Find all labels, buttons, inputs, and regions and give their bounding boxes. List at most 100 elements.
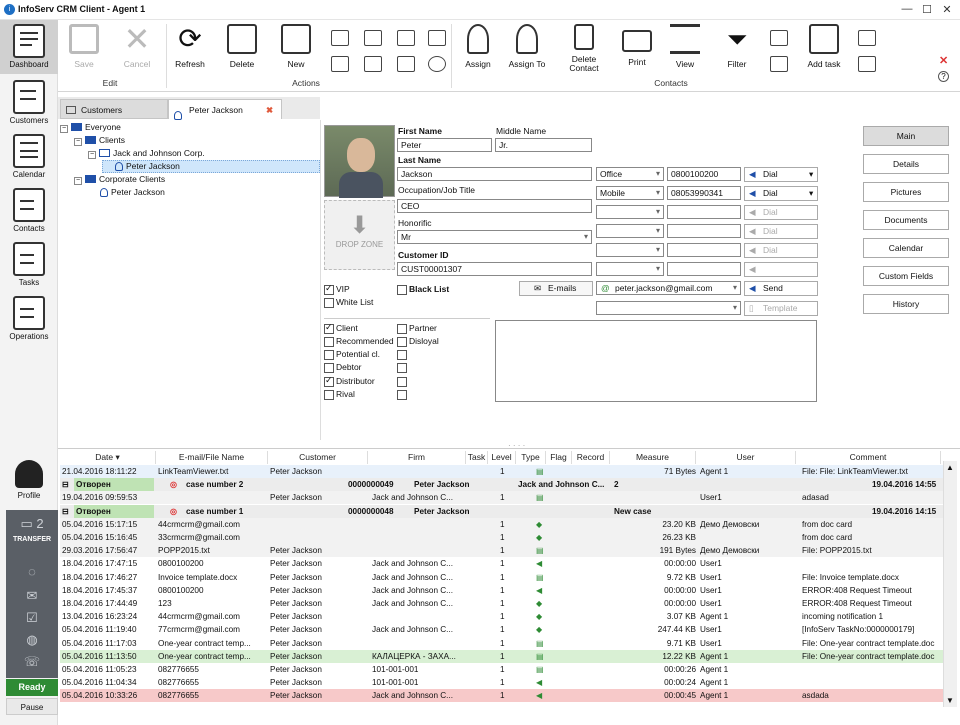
table-row[interactable]: 18.04.2016 17:44:49 123 Peter Jackson Jack … [60, 597, 943, 610]
table-row[interactable]: 18.04.2016 17:47:15 0800100200 Peter Jacks… [60, 557, 943, 571]
pictures-section-button[interactable]: Pictures [863, 182, 949, 202]
table-row[interactable]: 21.04.2016 18:11:22 LinkTeamViewer.txt Pet… [60, 465, 943, 478]
column-header-measure[interactable]: Measure [610, 451, 696, 464]
email-select[interactable]: @ peter.jackson@gmail.com [596, 281, 741, 295]
tree-node-peter-jackson-selected[interactable]: Peter Jackson [102, 160, 320, 173]
close-tab-icon[interactable]: ✖ [266, 100, 273, 120]
export-icon[interactable] [770, 30, 788, 46]
table-row[interactable]: 29.03.2016 17:56:47 POPP2015.txt Peter Jac… [60, 544, 943, 558]
phone-type-select[interactable]: Mobile [596, 186, 664, 200]
phone-number-input[interactable] [667, 205, 741, 219]
phone-type-select[interactable] [596, 205, 664, 219]
remove-user-icon[interactable] [428, 30, 446, 46]
vip-checkbox[interactable]: VIP [324, 283, 350, 295]
document-icon[interactable] [770, 56, 788, 72]
tree-node-firm[interactable]: − Jack and Johnson Corp. [88, 148, 205, 159]
debtor-checkbox[interactable]: Debtor [324, 362, 362, 373]
column-settings-icon[interactable] [858, 30, 876, 46]
white-list-checkbox[interactable]: White List [324, 297, 373, 308]
hierarchy-icon[interactable] [364, 56, 382, 72]
assign-to-button[interactable]: Assign To [506, 24, 548, 69]
dial-button[interactable]: ◀ Dial ▾ [744, 186, 818, 201]
add-task-button[interactable]: Add task [802, 24, 846, 69]
grid-scrollbar[interactable]: ▲ ▼ [943, 461, 957, 707]
template-button[interactable]: ▯ Template [744, 301, 818, 316]
minimize-button[interactable]: — [897, 3, 917, 15]
collapse-icon[interactable]: ⊟ [62, 505, 69, 518]
column-header-email[interactable]: E-mail/File Name [156, 451, 268, 464]
collapse-icon[interactable]: − [60, 125, 68, 133]
column-header-user[interactable]: User [696, 451, 796, 464]
mail-icon[interactable]: ✉ [6, 588, 58, 604]
table-row[interactable]: 18.04.2016 17:45:37 0800100200 Peter Jacks… [60, 583, 943, 597]
column-header-type[interactable]: Type [516, 451, 546, 464]
nav-customers[interactable]: Customers [0, 80, 58, 128]
column-header-record[interactable]: Record [572, 451, 610, 464]
potential-checkbox[interactable]: Potential cl. [324, 349, 380, 360]
table-row[interactable]: 05.04.2016 11:04:34 082776655 Peter Jackso… [60, 676, 943, 690]
close-window-button[interactable]: ✕ [937, 3, 957, 16]
group-icon[interactable] [364, 30, 382, 46]
nav-operations[interactable]: Operations [0, 296, 58, 344]
send-button[interactable]: ◀ Send [744, 281, 818, 296]
table-row[interactable]: 19.04.2016 09:59:53 Peter Jackson Jack and… [60, 491, 943, 505]
nav-profile[interactable]: Profile [0, 460, 58, 506]
info-icon[interactable]: ? [938, 71, 949, 82]
collapse-icon[interactable]: − [74, 138, 82, 146]
assign-button[interactable]: Assign [460, 24, 496, 69]
phone-number-input[interactable]: 0800100200 [667, 167, 741, 181]
table-row[interactable]: 05.04.2016 15:17:15 44crmcrm@gmail.com 1 ◆ 2… [60, 517, 943, 531]
chat-icon[interactable]: ▭ 2 [6, 516, 58, 532]
client-checkbox[interactable]: Client [324, 322, 358, 334]
calendar-section-button[interactable]: Calendar [863, 238, 949, 258]
column-header-customer[interactable]: Customer [268, 451, 368, 464]
pause-button[interactable]: Pause [6, 698, 58, 715]
nav-tasks[interactable]: Tasks [0, 242, 58, 290]
save-button[interactable]: Save [64, 24, 104, 69]
phone-number-input[interactable] [667, 224, 741, 238]
collapse-icon[interactable]: ⊟ [62, 478, 69, 491]
contact-photo[interactable] [324, 125, 395, 198]
honorific-select[interactable]: Mr [397, 230, 592, 244]
phone-number-input[interactable] [667, 243, 741, 257]
phone-number-input[interactable]: 08053990341 [667, 186, 741, 200]
column-header-flag[interactable]: Flag [546, 451, 572, 464]
partner-checkbox[interactable]: Partner [397, 323, 437, 334]
message-icon[interactable]: ◍ [6, 632, 58, 648]
settings-icon[interactable] [331, 56, 349, 72]
search-user-icon[interactable] [397, 56, 415, 72]
distributor-checkbox[interactable]: Distributor [324, 375, 375, 387]
emails-button[interactable]: ✉ E-mails [519, 281, 593, 296]
tab-customers[interactable]: Customers [60, 99, 168, 119]
table-row[interactable]: 18.04.2016 17:46:27 Invoice template.docx… [60, 570, 943, 584]
delete-button[interactable]: Delete [224, 24, 260, 69]
custom-fields-section-button[interactable]: Custom Fields [863, 266, 949, 286]
tree-node-peter-jackson[interactable]: Peter Jackson [100, 187, 165, 197]
refresh-button[interactable]: ⟳ Refresh [172, 24, 208, 70]
location-icon[interactable]: ◌ [6, 564, 58, 579]
cancel-button[interactable]: ✕ Cancel [116, 23, 158, 69]
main-section-button[interactable]: Main [863, 126, 949, 146]
dial-button[interactable]: ◀ Dial [744, 205, 818, 220]
phone-icon[interactable]: ☏ [6, 654, 58, 670]
favorites-icon[interactable] [331, 30, 349, 46]
chevron-down-icon[interactable]: ▾ [809, 168, 813, 181]
table-row[interactable]: 05.04.2016 11:19:40 77crmcrm@gmail.com Pet… [60, 623, 943, 637]
dial-button[interactable]: ◀ [744, 262, 818, 277]
first-name-input[interactable]: Peter [397, 138, 492, 152]
print-button[interactable]: Print [620, 24, 654, 67]
grid-add-icon[interactable] [858, 56, 876, 72]
close-tab-icon[interactable]: ✕ [939, 54, 948, 67]
collapse-icon[interactable]: − [74, 177, 82, 185]
status-ready[interactable]: Ready [6, 679, 58, 696]
table-row[interactable]: 05.04.2016 11:13:50 One-year contract tem… [60, 649, 943, 663]
column-header-date[interactable]: Date ▾ [60, 451, 156, 464]
history-section-button[interactable]: History [863, 294, 949, 314]
customer-id-input[interactable]: CUST00001307 [397, 262, 592, 276]
table-row[interactable]: 05.04.2016 10:33:26 082776655 Peter Jackso… [60, 689, 943, 703]
phone-type-select[interactable] [596, 224, 664, 238]
table-row[interactable]: 13.04.2016 16:23:24 44crmcrm@gmail.com Pet… [60, 610, 943, 624]
view-button[interactable]: View [666, 24, 704, 69]
phone-type-select[interactable] [596, 262, 664, 276]
task-check-icon[interactable]: ☑ [6, 610, 58, 626]
